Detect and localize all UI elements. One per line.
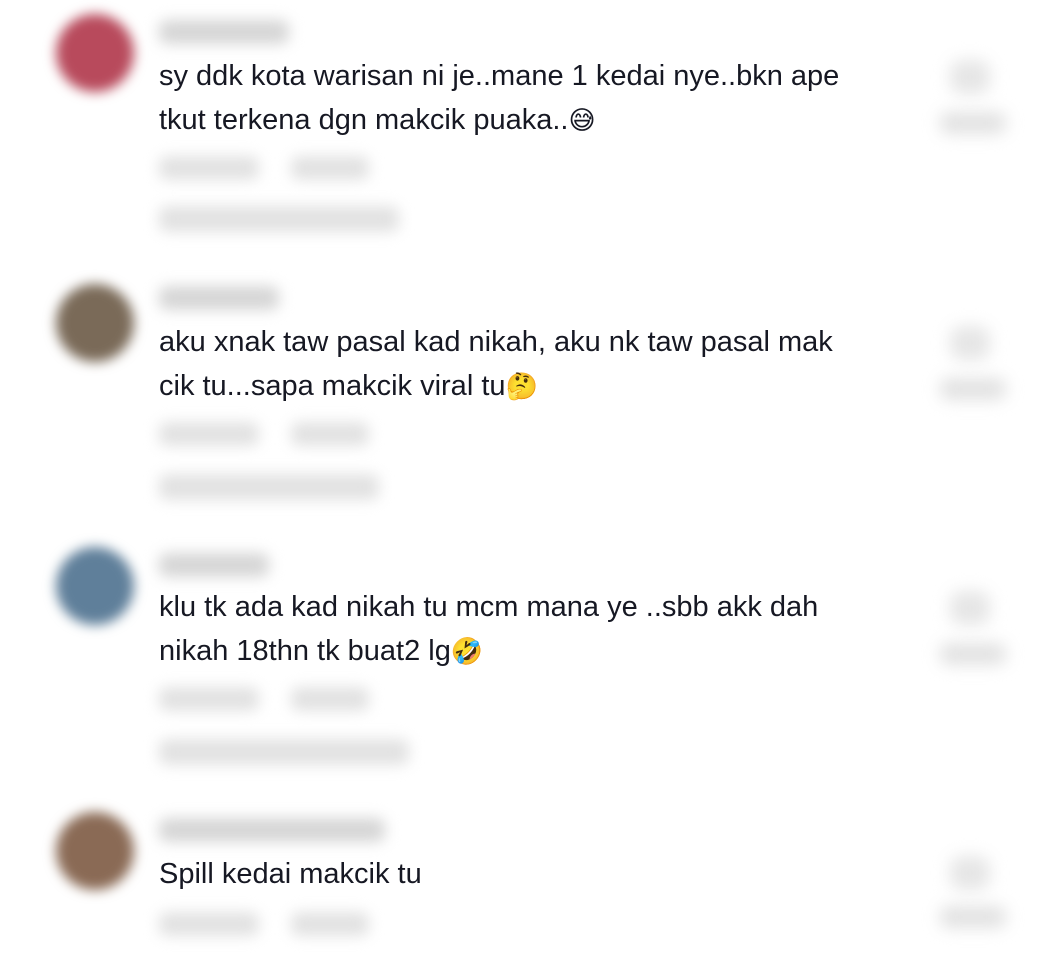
comment-meta — [159, 422, 439, 452]
comment-item: aku xnak taw pasal kad nikah, aku nk taw… — [0, 270, 1054, 530]
avatar[interactable] — [56, 284, 134, 362]
rolling-laughing-emoji-icon: 🤣 — [450, 637, 484, 667]
like-count-blurred — [940, 643, 1006, 665]
reply-button[interactable] — [291, 687, 369, 711]
username-blurred[interactable] — [159, 20, 289, 44]
comment-text: sy ddk kota warisan ni je..mane 1 kedai … — [159, 54, 929, 143]
heart-icon[interactable] — [950, 326, 990, 360]
comment-meta — [159, 156, 439, 186]
view-replies-button[interactable] — [159, 739, 409, 765]
sweat-smile-emoji-icon: 😅 — [568, 106, 596, 136]
timestamp-blurred — [159, 156, 259, 180]
like-count-blurred — [940, 378, 1006, 400]
avatar[interactable] — [56, 547, 134, 625]
comment-item: klu tk ada kad nikah tu mcm mana ye ..sb… — [0, 535, 1054, 795]
comment-meta — [159, 687, 439, 717]
comment-text: klu tk ada kad nikah tu mcm mana ye ..sb… — [159, 585, 929, 674]
username-blurred[interactable] — [159, 553, 269, 577]
comment-text: Spill kedai makcik tu — [159, 852, 929, 896]
comment-body: sy ddk kota warisan ni je..mane 1 kedai … — [159, 60, 840, 136]
view-replies-button[interactable] — [159, 474, 379, 500]
avatar[interactable] — [56, 812, 134, 890]
comment-item: sy ddk kota warisan ni je..mane 1 kedai … — [0, 0, 1054, 260]
reply-button[interactable] — [291, 422, 369, 446]
comment-body: klu tk ada kad nikah tu mcm mana ye ..sb… — [159, 591, 819, 667]
avatar[interactable] — [56, 14, 134, 92]
reply-button[interactable] — [291, 156, 369, 180]
heart-icon[interactable] — [950, 856, 990, 890]
view-replies-button[interactable] — [159, 206, 399, 232]
timestamp-blurred — [159, 912, 259, 936]
comment-body: Spill kedai makcik tu — [159, 858, 422, 890]
username-blurred[interactable] — [159, 818, 385, 842]
heart-icon[interactable] — [950, 591, 990, 625]
reply-button[interactable] — [291, 912, 369, 936]
timestamp-blurred — [159, 687, 259, 711]
heart-icon[interactable] — [950, 60, 990, 94]
comment-item: Spill kedai makcik tu — [0, 800, 1054, 956]
timestamp-blurred — [159, 422, 259, 446]
comment-meta — [159, 912, 439, 942]
username-blurred[interactable] — [159, 286, 279, 310]
comment-text: aku xnak taw pasal kad nikah, aku nk taw… — [159, 320, 929, 409]
like-count-blurred — [940, 112, 1006, 134]
like-count-blurred — [940, 906, 1006, 928]
comment-body: aku xnak taw pasal kad nikah, aku nk taw… — [159, 326, 833, 402]
thinking-face-emoji-icon: 🤔 — [505, 372, 538, 402]
